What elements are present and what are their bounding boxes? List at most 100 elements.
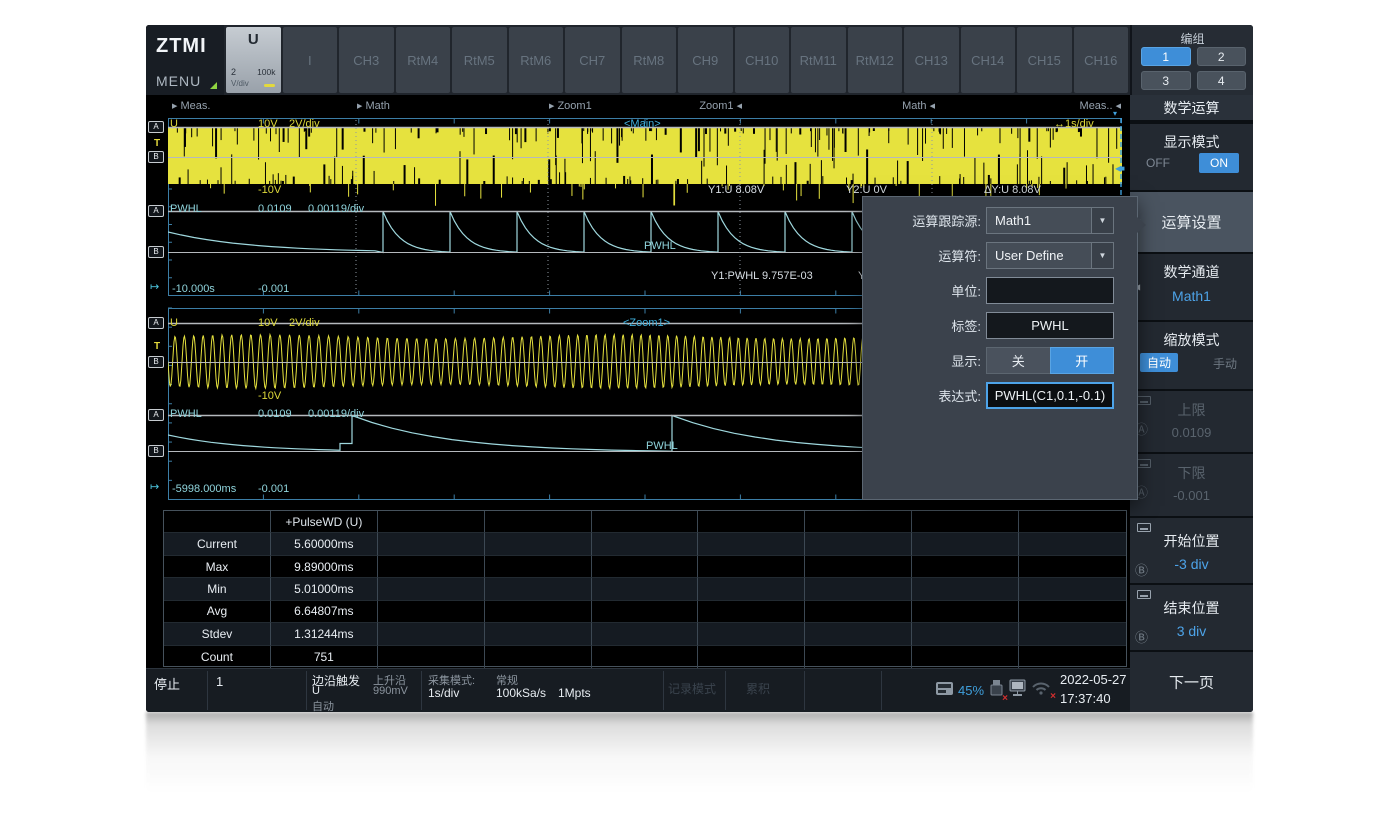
sidebar-item-math-channel[interactable]: ◀ 数学通道 Math1 [1130, 254, 1253, 320]
trigger-marker[interactable]: T [154, 341, 160, 352]
operator-select[interactable]: User Define ▼ [986, 242, 1114, 269]
storage-percent: 45% [958, 683, 984, 698]
table-row-label: Avg [164, 601, 271, 623]
sidebar-item-scale-mode[interactable]: 缩放模式 自动 手动 [1130, 322, 1253, 389]
tab-channel-ch7[interactable]: CH7 [565, 27, 620, 93]
trigger-number: 1 [216, 674, 223, 689]
group-button-1[interactable]: 1 [1141, 47, 1191, 66]
tab-channel-rtm12[interactable]: RtM12 [848, 27, 903, 93]
zoom-range-handle-icon[interactable]: ◀■ [1115, 164, 1124, 173]
tab-channel-rtm11[interactable]: RtM11 [791, 27, 846, 93]
table-cell-value: 9.89000ms [271, 556, 378, 578]
table-cell-empty [378, 556, 485, 578]
acq-points: 1Mpts [558, 686, 591, 700]
trigger-position-icon: ↦ [150, 480, 159, 493]
display-mode-off[interactable]: OFF [1146, 156, 1170, 170]
tab-channel-rtm8[interactable]: RtM8 [622, 27, 677, 93]
table-cell-empty [1019, 556, 1126, 578]
unit-label: 单位: [863, 281, 981, 300]
tab-channel-rtm4[interactable]: RtM4 [396, 27, 451, 93]
tab-channel-ch13[interactable]: CH13 [904, 27, 959, 93]
tab-channel-ch10[interactable]: CH10 [735, 27, 790, 93]
table-cell-empty [592, 578, 699, 600]
wave1-readout-y2: Y2:U 0V [846, 184, 887, 196]
scale-mode-manual[interactable]: 手动 [1213, 355, 1237, 372]
cursor-b-marker[interactable]: B [148, 246, 164, 258]
sidebar-item-start-position[interactable]: Ⓑ 开始位置 -3 div [1130, 518, 1253, 583]
zone-label-math: ▶ Math [357, 100, 390, 112]
trigger-position-icon: ↦ [150, 280, 159, 293]
tab-channel-i[interactable]: I [283, 27, 338, 93]
tab-channel-ch3[interactable]: CH3 [339, 27, 394, 93]
scale-mode-auto[interactable]: 自动 [1140, 353, 1178, 372]
tab-channel-rtm5[interactable]: RtM5 [452, 27, 507, 93]
group-button-3[interactable]: 3 [1141, 71, 1191, 90]
range-drop-icon[interactable]: ▾ [1113, 109, 1116, 118]
wave3-bottom-scale: -10V [258, 390, 281, 402]
group-button-2[interactable]: 2 [1197, 47, 1247, 66]
sidebar-item-end-position[interactable]: Ⓑ 结束位置 3 div [1130, 585, 1253, 650]
wave2-bottom-scale: -0.001 [258, 283, 289, 295]
wave4-per-div: 0.00119/div [308, 408, 364, 420]
table-cell-value: 1.31244ms [271, 623, 378, 645]
cursor-b-marker[interactable]: B [148, 356, 164, 368]
wave2-readout-y1: Y1:PWHL 9.757E-03 [711, 270, 813, 282]
wifi-icon: × [1030, 679, 1052, 700]
display-mode-on[interactable]: ON [1199, 153, 1239, 173]
wave4-channel: PWHL [170, 408, 202, 420]
channel-color-indicator [264, 84, 275, 87]
scale-mode-title: 缩放模式 [1130, 330, 1253, 350]
table-cell-empty [592, 511, 699, 533]
cursor-a-marker[interactable]: A [148, 317, 164, 329]
table-cell-value: 5.01000ms [271, 578, 378, 600]
chevron-down-icon[interactable]: ▼ [1091, 208, 1113, 233]
table-cell-empty [698, 646, 805, 668]
lower-limit-value: -0.001 [1130, 488, 1253, 503]
trigger-marker[interactable]: T [154, 138, 160, 149]
cursor-a-marker[interactable]: A [148, 121, 164, 133]
sidebar-item-math-setting[interactable]: ◀ 运算设置 [1130, 192, 1253, 252]
table-cell-empty [485, 556, 592, 578]
table-cell-empty [592, 646, 699, 668]
table-cell-value: 6.64807ms [271, 601, 378, 623]
table-cell-empty [805, 511, 912, 533]
chevron-down-icon[interactable]: ▼ [1091, 243, 1113, 268]
table-cell-empty [1019, 646, 1126, 668]
tab-channel-u[interactable]: U 2 V/div 100k [226, 27, 281, 93]
table-cell-empty [485, 533, 592, 555]
table-row-label: Max [164, 556, 271, 578]
usb-icon: × [988, 679, 1004, 702]
table-cell-empty [912, 533, 1019, 555]
table-cell-empty [592, 533, 699, 555]
menu-button[interactable]: MENU [156, 73, 201, 89]
display-off-button[interactable]: 关 [986, 347, 1050, 374]
zone-label-meas: ▶ Meas. [172, 100, 210, 112]
operator-value: User Define [987, 248, 1091, 263]
tab-channel-ch9[interactable]: CH9 [678, 27, 733, 93]
wave3-top-scale: 10V [258, 317, 278, 329]
table-cell-empty [485, 578, 592, 600]
expression-input[interactable]: PWHL(C1,0.1,-0.1) [986, 382, 1114, 409]
cursor-b-marker[interactable]: B [148, 445, 164, 457]
cursor-a-marker[interactable]: A [148, 205, 164, 217]
wave4-top-scale: 0.0109 [258, 408, 292, 420]
table-cell-empty [805, 533, 912, 555]
oscilloscope-screen: ZTMI MENU U 2 V/div 100k ICH3RtM4RtM5RtM… [146, 25, 1253, 712]
sidebar-item-next-page[interactable]: 下一页 [1130, 652, 1253, 712]
tab-channel-ch15[interactable]: CH15 [1017, 27, 1072, 93]
accumulate: 累积 [746, 680, 770, 697]
source-select[interactable]: Math1 ▼ [986, 207, 1114, 234]
cursor-b-marker[interactable]: B [148, 151, 164, 163]
tab-channel-rtm6[interactable]: RtM6 [509, 27, 564, 93]
table-cell-empty [1019, 578, 1126, 600]
status-time: 17:37:40 [1060, 691, 1111, 706]
expression-label: 表达式: [863, 386, 981, 405]
cursor-a-marker[interactable]: A [148, 409, 164, 421]
tab-channel-ch16[interactable]: CH16 [1074, 27, 1129, 93]
display-on-button[interactable]: 开 [1050, 347, 1115, 374]
tab-channel-ch14[interactable]: CH14 [961, 27, 1016, 93]
tag-input[interactable]: PWHL [986, 312, 1114, 339]
unit-input[interactable] [986, 277, 1114, 304]
sidebar-item-display-mode[interactable]: 显示模式 OFF ON [1130, 124, 1253, 190]
group-button-4[interactable]: 4 [1197, 71, 1247, 90]
